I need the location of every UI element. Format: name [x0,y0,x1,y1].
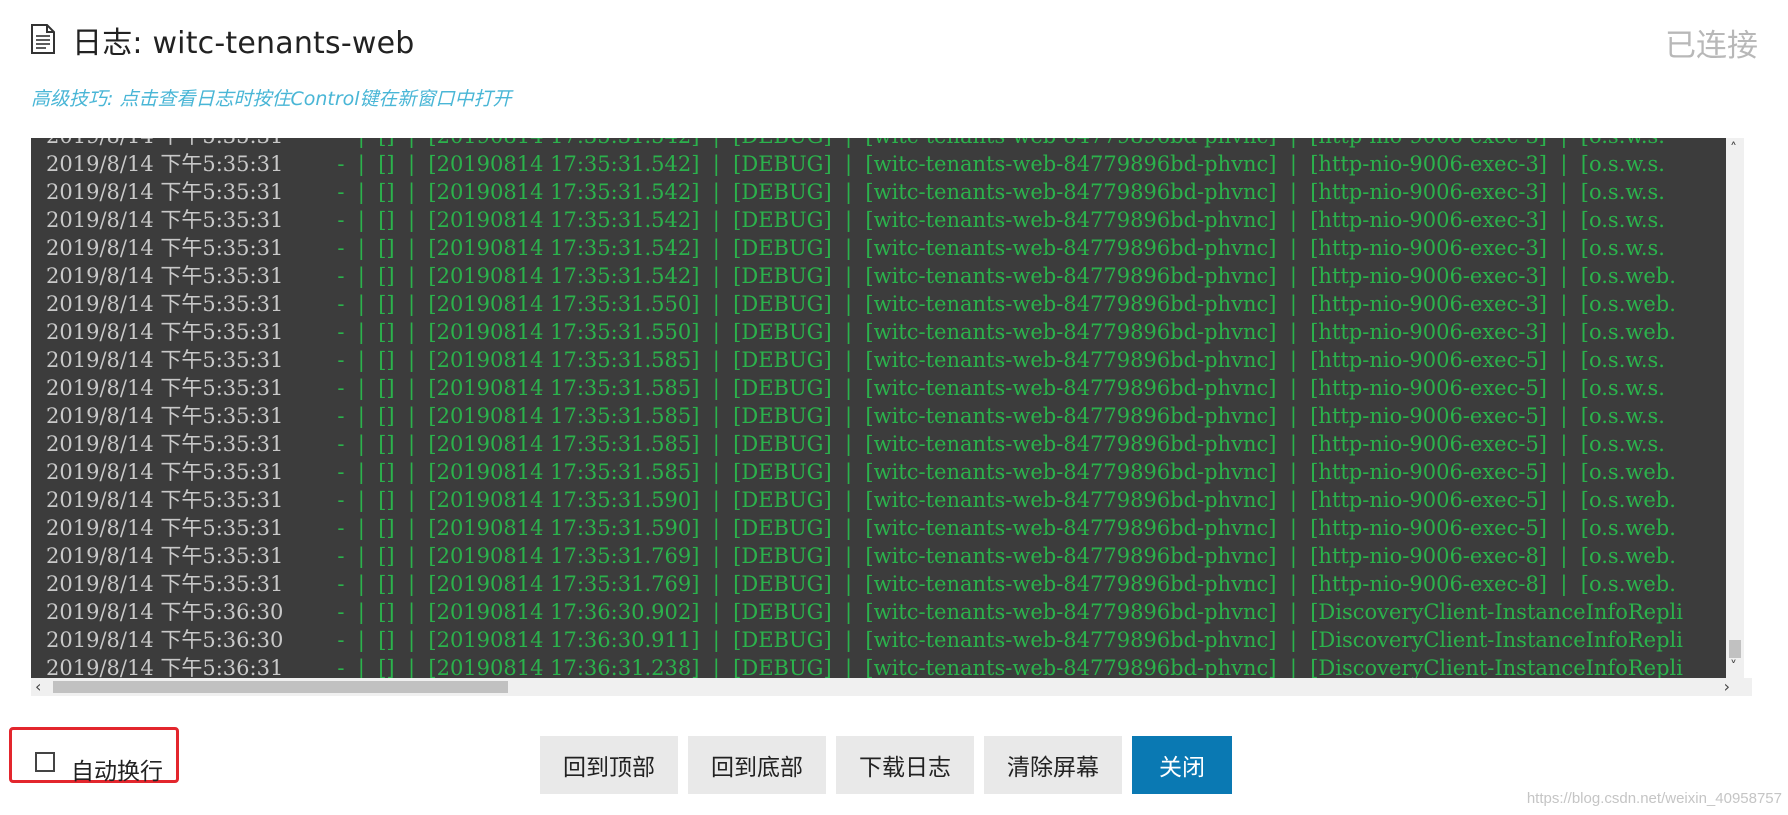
log-date: 2019/8/14 下午5:35:31 [46,516,284,540]
scroll-down-icon[interactable]: ˅ [1730,659,1737,675]
log-message: - | [] | [20190814 17:35:31.585] | [DEBU… [324,348,1665,372]
horizontal-scrollbar[interactable]: ‹ › [31,677,1734,696]
log-line: 2019/8/14 下午5:35:31 - | [] | [20190814 1… [46,318,1683,346]
scroll-left-icon[interactable]: ‹ [35,677,41,696]
log-date: 2019/8/14 下午5:35:31 [46,572,284,596]
log-date: 2019/8/14 下午5:35:31 [46,320,284,344]
vertical-scrollbar[interactable]: ˄ ˅ [1726,138,1744,678]
log-date: 2019/8/14 下午5:36:30 [46,600,284,624]
log-line: 2019/8/14 下午5:35:31 - | [] | [20190814 1… [46,514,1683,542]
log-date: 2019/8/14 下午5:35:31 [46,404,284,428]
connection-status: 已连接 [1665,28,1758,64]
log-line: 2019/8/14 下午5:35:31 - | [] | [20190814 1… [46,458,1683,486]
log-date: 2019/8/14 下午5:36:31 [46,656,284,678]
log-line: 2019/8/14 下午5:35:31 - | [] | [20190814 1… [46,290,1683,318]
log-date: 2019/8/14 下午5:36:30 [46,628,284,652]
close-button[interactable]: 关闭 [1132,736,1232,794]
log-line: 2019/8/14 下午5:35:31 - | [] | [20190814 1… [46,374,1683,402]
log-date: 2019/8/14 下午5:35:31 [46,432,284,456]
log-date: 2019/8/14 下午5:35:31 [46,138,324,150]
log-date: 2019/8/14 下午5:35:31 [46,236,284,260]
log-message: - | [] | [20190814 17:35:31.542] | [DEBU… [324,138,1665,150]
log-line: 2019/8/14 下午5:35:31 - | [] | [20190814 1… [46,346,1683,374]
log-message: - | [] | [20190814 17:35:31.590] | [DEBU… [324,516,1676,540]
log-message: - | [] | [20190814 17:35:31.542] | [DEBU… [324,264,1676,288]
log-lines: 2019/8/14 下午5:35:31 - | [] | [20190814 1… [46,138,1683,678]
download-log-button[interactable]: 下载日志 [836,736,974,794]
log-date: 2019/8/14 下午5:35:31 [46,488,284,512]
scroll-right-icon[interactable]: › [1724,677,1730,696]
auto-wrap-checkbox[interactable] [35,752,55,772]
log-line: 2019/8/14 下午5:36:30 - | [] | [20190814 1… [46,598,1683,626]
log-message: - | [] | [20190814 17:35:31.550] | [DEBU… [324,320,1676,344]
log-date: 2019/8/14 下午5:35:31 [46,544,284,568]
log-output[interactable]: 2019/8/14 下午5:35:31 - | [] | [20190814 1… [31,138,1734,678]
log-message: - | [] | [20190814 17:36:30.902] | [DEBU… [324,600,1683,624]
clear-screen-button[interactable]: 清除屏幕 [984,736,1122,794]
horizontal-scroll-thumb[interactable] [53,681,508,693]
log-message: - | [] | [20190814 17:35:31.550] | [DEBU… [324,292,1676,316]
log-date: 2019/8/14 下午5:35:31 [46,152,284,176]
log-date: 2019/8/14 下午5:35:31 [46,460,284,484]
scrollbar-corner [1734,678,1752,696]
page-title: 日志: witc-tenants-web [72,26,415,61]
log-line: 2019/8/14 下午5:35:31 - | [] | [20190814 1… [46,542,1683,570]
log-date: 2019/8/14 下午5:35:31 [46,376,284,400]
log-message: - | [] | [20190814 17:35:31.769] | [DEBU… [324,572,1676,596]
log-message: - | [] | [20190814 17:35:31.542] | [DEBU… [324,208,1665,232]
log-message: - | [] | [20190814 17:35:31.542] | [DEBU… [324,180,1665,204]
scroll-to-bottom-button[interactable]: 回到底部 [688,736,826,794]
log-line: 2019/8/14 下午5:35:31 - | [] | [20190814 1… [46,430,1683,458]
log-line: 2019/8/14 下午5:35:31 - | [] | [20190814 1… [46,138,1683,150]
watermark: https://blog.csdn.net/weixin_40958757 [1526,790,1782,807]
action-buttons: 回到顶部 回到底部 下载日志 清除屏幕 关闭 [540,736,1242,794]
log-line: 2019/8/14 下午5:35:31 - | [] | [20190814 1… [46,234,1683,262]
log-line: 2019/8/14 下午5:35:31 - | [] | [20190814 1… [46,178,1683,206]
log-date: 2019/8/14 下午5:35:31 [46,208,284,232]
log-message: - | [] | [20190814 17:35:31.585] | [DEBU… [324,432,1665,456]
log-date: 2019/8/14 下午5:35:31 [46,348,284,372]
log-message: - | [] | [20190814 17:35:31.542] | [DEBU… [324,152,1665,176]
log-date: 2019/8/14 下午5:35:31 [46,180,284,204]
auto-wrap-label[interactable]: 自动换行 [71,752,163,786]
scroll-to-top-button[interactable]: 回到顶部 [540,736,678,794]
log-line: 2019/8/14 下午5:35:31 - | [] | [20190814 1… [46,150,1683,178]
log-line: 2019/8/14 下午5:35:31 - | [] | [20190814 1… [46,402,1683,430]
log-message: - | [] | [20190814 17:36:31.238] | [DEBU… [324,656,1683,678]
log-line: 2019/8/14 下午5:35:31 - | [] | [20190814 1… [46,486,1683,514]
log-line: 2019/8/14 下午5:36:30 - | [] | [20190814 1… [46,626,1683,654]
log-line: 2019/8/14 下午5:35:31 - | [] | [20190814 1… [46,262,1683,290]
log-message: - | [] | [20190814 17:35:31.542] | [DEBU… [324,236,1665,260]
document-icon [30,23,58,57]
log-message: - | [] | [20190814 17:35:31.590] | [DEBU… [324,488,1676,512]
log-line: 2019/8/14 下午5:36:31 - | [] | [20190814 1… [46,654,1683,678]
log-message: - | [] | [20190814 17:35:31.585] | [DEBU… [324,404,1665,428]
log-message: - | [] | [20190814 17:35:31.769] | [DEBU… [324,544,1676,568]
log-message: - | [] | [20190814 17:35:31.585] | [DEBU… [324,376,1665,400]
log-date: 2019/8/14 下午5:35:31 [46,264,284,288]
log-line: 2019/8/14 下午5:35:31 - | [] | [20190814 1… [46,570,1683,598]
log-date: 2019/8/14 下午5:35:31 [46,292,284,316]
log-message: - | [] | [20190814 17:35:31.585] | [DEBU… [324,460,1676,484]
log-header: 日志: witc-tenants-web 已连接 [30,18,1758,64]
log-line: 2019/8/14 下午5:35:31 - | [] | [20190814 1… [46,206,1683,234]
scroll-up-icon[interactable]: ˄ [1730,141,1737,157]
tip-text: 高级技巧: 点击查看日志时按住Control键在新窗口中打开 [31,88,512,110]
log-panel: 2019/8/14 下午5:35:31 - | [] | [20190814 1… [31,138,1752,698]
log-message: - | [] | [20190814 17:36:30.911] | [DEBU… [324,628,1683,652]
vertical-scroll-thumb[interactable] [1729,640,1741,658]
